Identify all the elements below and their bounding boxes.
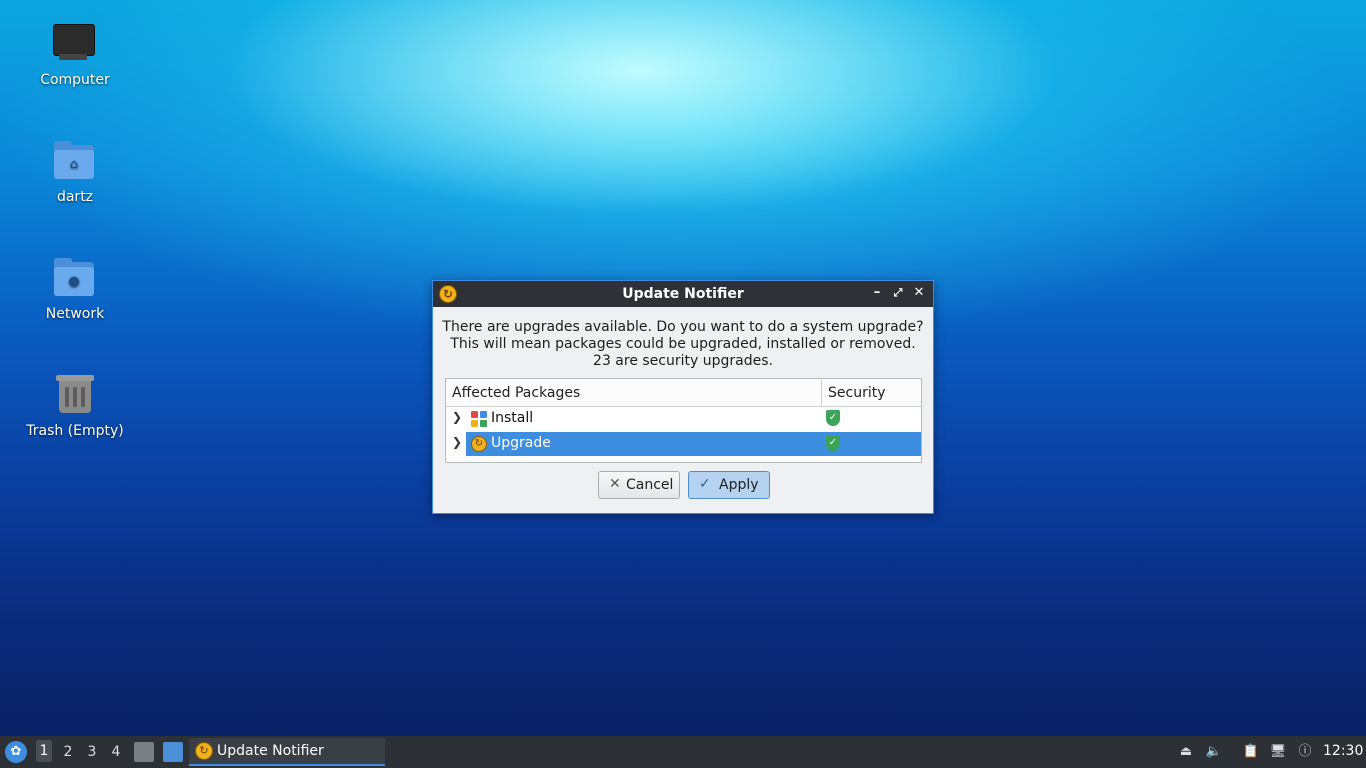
dialog-titlebar[interactable]: ↻ Update Notifier – ⤢ ✕: [433, 281, 933, 307]
clipboard-icon[interactable]: 📋: [1242, 743, 1260, 761]
column-header-security[interactable]: Security: [828, 385, 886, 401]
install-icon: [471, 411, 487, 427]
message-line-2: This will mean packages could be upgrade…: [450, 336, 916, 352]
upgrade-icon: ↻: [471, 436, 487, 452]
tree-row-install[interactable]: ❯ Install ✓: [446, 407, 921, 431]
workspace-3[interactable]: 3: [84, 744, 100, 760]
app-menu-icon[interactable]: ✿: [5, 741, 27, 763]
tree-row-label: Install: [491, 410, 534, 426]
update-notifier-icon: ↻: [195, 742, 213, 760]
update-notifier-dialog: ↻ Update Notifier – ⤢ ✕ There are upgrad…: [432, 280, 934, 514]
network-icon[interactable]: 🖥: [1269, 743, 1287, 761]
workspace-2[interactable]: 2: [60, 744, 76, 760]
desktop-icon-label: dartz: [56, 189, 94, 205]
column-header-packages[interactable]: Affected Packages: [452, 385, 580, 401]
update-notification-icon[interactable]: ⓘ: [1296, 743, 1314, 761]
volume-icon[interactable]: 🔈: [1205, 743, 1223, 761]
close-icon: ✕: [609, 476, 621, 492]
cancel-button[interactable]: ✕ Cancel: [598, 471, 680, 499]
affected-packages-tree[interactable]: Affected Packages Security ❯ Install ✓ ❯…: [445, 378, 922, 463]
trash-icon: [51, 371, 99, 419]
desktop-icon-label: Computer: [40, 72, 110, 88]
message-line-1: There are upgrades available. Do you wan…: [442, 319, 924, 335]
dialog-message: There are upgrades available. Do you wan…: [433, 319, 933, 370]
desktop-icon-trash[interactable]: Trash (Empty): [20, 371, 130, 439]
expand-chevron-icon[interactable]: ❯: [452, 435, 462, 449]
expand-chevron-icon[interactable]: ❯: [452, 410, 462, 424]
task-update-notifier[interactable]: ↻ Update Notifier: [189, 738, 385, 766]
taskbar: ✿ 1 2 3 4 ↻ Update Notifier ⏏ 🔈 📋 🖥 ⓘ 12…: [0, 736, 1366, 768]
clock[interactable]: 12:30: [1323, 743, 1363, 759]
desktop-icon-network[interactable]: ● Network: [20, 254, 130, 322]
tree-row-upgrade[interactable]: ❯ ↻ Upgrade ✓: [446, 432, 921, 456]
message-line-3: 23 are security upgrades.: [593, 353, 773, 369]
maximize-icon[interactable]: ⤢: [890, 285, 906, 301]
network-folder-icon: ●: [51, 254, 99, 302]
cancel-button-label: Cancel: [626, 477, 674, 493]
tree-header: Affected Packages Security: [446, 379, 921, 407]
security-shield-icon: ✓: [826, 410, 840, 426]
apply-button-label: Apply: [719, 477, 759, 493]
eject-icon[interactable]: ⏏: [1177, 743, 1195, 761]
workspace-1[interactable]: 1: [36, 740, 52, 762]
dialog-title: Update Notifier: [622, 286, 744, 302]
workspace-4[interactable]: 4: [108, 744, 124, 760]
computer-icon: [51, 20, 99, 68]
minimize-icon[interactable]: –: [869, 285, 885, 301]
desktop-icon-label: Trash (Empty): [26, 423, 124, 439]
desktop-icon-computer[interactable]: Computer: [20, 20, 130, 88]
desktop-icon-home[interactable]: ⌂ dartz: [20, 137, 130, 205]
file-manager-launcher-icon[interactable]: [134, 742, 154, 762]
apply-button[interactable]: ✓ Apply: [688, 471, 770, 499]
tree-row-label: Upgrade: [491, 435, 551, 451]
close-icon[interactable]: ✕: [911, 285, 927, 301]
home-folder-icon: ⌂: [51, 137, 99, 185]
checkmark-icon: ✓: [699, 476, 711, 492]
show-desktop-icon[interactable]: [163, 742, 183, 762]
desktop-icon-label: Network: [45, 306, 105, 322]
task-label: Update Notifier: [217, 743, 324, 759]
security-shield-icon: ✓: [826, 435, 840, 451]
